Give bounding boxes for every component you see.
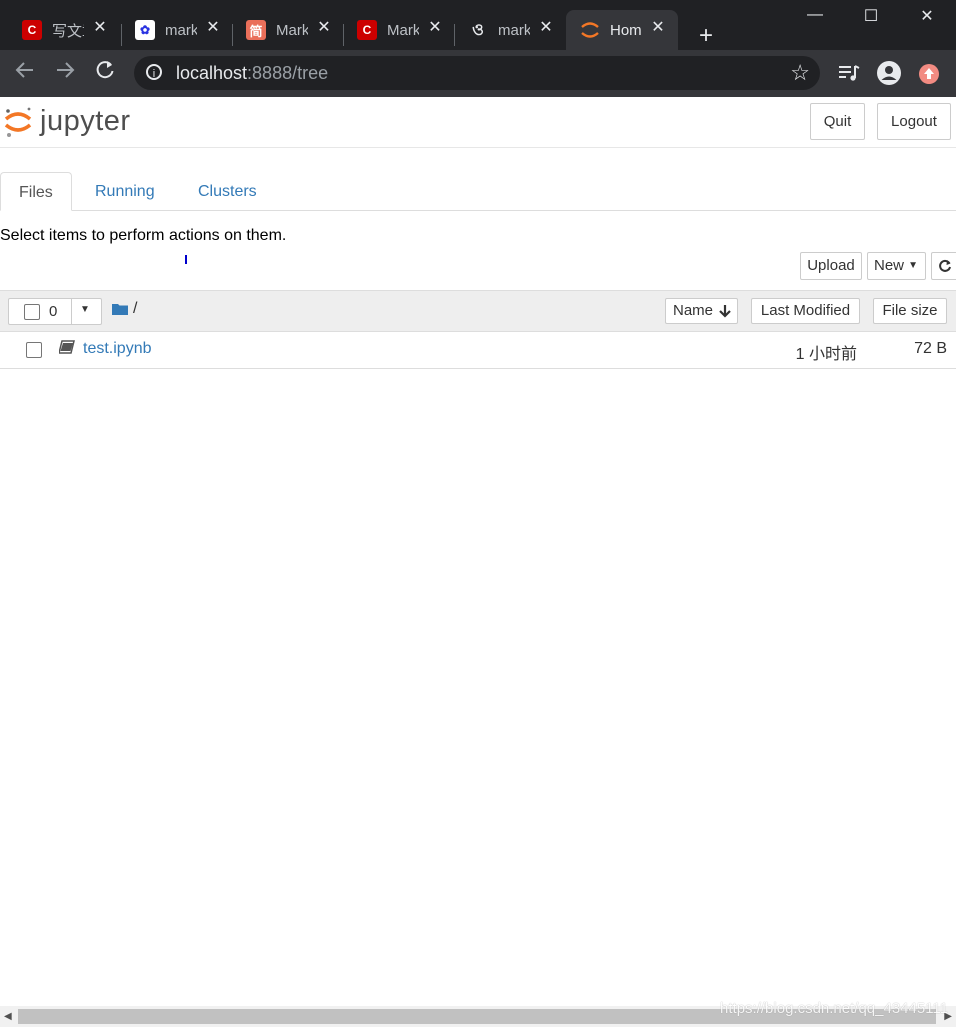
- select-all-group: 0 ▼: [8, 298, 102, 325]
- browser-tab-title: Home: [610, 21, 642, 39]
- forward-arrow-icon[interactable]: [51, 59, 79, 87]
- browser-tab-5[interactable]: ও markdown ✕: [446, 10, 566, 50]
- browser-tab-title: Markdown: [387, 21, 419, 39]
- url-host: localhost: [176, 63, 248, 83]
- browser-tab-2[interactable]: ✿ markdown ✕: [113, 10, 233, 50]
- minimize-icon[interactable]: —: [792, 6, 838, 28]
- browser-tab-active[interactable]: Home ✕: [566, 10, 678, 50]
- file-modified: 1 小时前: [795, 346, 857, 363]
- browser-tab-4[interactable]: C Markdown ✕: [335, 10, 455, 50]
- jupyter-header: jupyter Quit Logout: [0, 97, 956, 148]
- info-icon[interactable]: i: [146, 64, 162, 80]
- browser-tab-title: Markdown: [276, 21, 308, 39]
- browser-toolbar: i localhost:8888/tree ☆: [0, 50, 956, 97]
- close-tab-icon[interactable]: ✕: [648, 18, 668, 38]
- reading-list-icon[interactable]: [836, 60, 862, 86]
- update-icon[interactable]: [918, 63, 940, 85]
- profile-icon[interactable]: [876, 60, 902, 86]
- tab-clusters[interactable]: Clusters: [180, 172, 275, 210]
- folder-icon[interactable]: [112, 302, 128, 321]
- browser-tab-title: markdown: [165, 21, 197, 39]
- text-cursor: [185, 255, 187, 264]
- scroll-left-icon[interactable]: ◀: [4, 1011, 12, 1022]
- browser-tab-1[interactable]: C 写文章 ✕: [0, 10, 120, 50]
- jianshu-icon: 简: [246, 20, 266, 40]
- jupyter-icon: [580, 20, 600, 40]
- browser-tab-title: 写文章: [52, 22, 84, 40]
- baidu-icon: ✿: [135, 20, 155, 40]
- browser-tab-3[interactable]: 简 Markdown ✕: [224, 10, 344, 50]
- address-bar[interactable]: i localhost:8888/tree ☆: [134, 56, 820, 90]
- new-tab-icon[interactable]: +: [694, 24, 718, 48]
- url-path: :8888/tree: [247, 63, 329, 83]
- file-list-header: 0 ▼ / Name Last Modified File size: [0, 290, 956, 332]
- csdn-icon: C: [22, 20, 42, 40]
- browser-chrome: C 写文章 ✕ ✿ markdown ✕ 简 Markdown ✕ C Mark…: [0, 0, 956, 97]
- tab-files[interactable]: Files: [0, 172, 72, 211]
- url-text: localhost:8888/tree: [176, 63, 328, 84]
- jupyter-logo[interactable]: jupyter: [4, 105, 144, 139]
- close-tab-icon[interactable]: ✕: [314, 18, 334, 38]
- jupyter-logo-text: jupyter: [40, 105, 131, 137]
- watermark: https://blog.csdn.net/qq_43445111: [720, 1000, 948, 1017]
- notebook-icon: [58, 340, 75, 360]
- refresh-icon: [939, 259, 951, 272]
- new-dropdown-button[interactable]: New ▼: [867, 252, 926, 280]
- tab-running[interactable]: Running: [77, 172, 173, 210]
- selection-hint: Select items to perform actions on them.: [0, 227, 287, 244]
- close-tab-icon[interactable]: ✕: [536, 18, 556, 38]
- sort-by-size-button[interactable]: File size: [873, 298, 947, 324]
- reload-icon[interactable]: [91, 59, 119, 87]
- sort-name-label: Name: [673, 302, 714, 319]
- csdn-icon: C: [357, 20, 377, 40]
- current-path[interactable]: /: [133, 300, 137, 318]
- upload-button[interactable]: Upload: [800, 252, 862, 280]
- close-tab-icon[interactable]: ✕: [203, 18, 223, 38]
- close-tab-icon[interactable]: ✕: [425, 18, 445, 38]
- group-divider: [71, 298, 72, 325]
- select-all-checkbox[interactable]: [24, 304, 40, 320]
- selected-count: 0: [49, 303, 58, 320]
- window-close-icon[interactable]: ✕: [904, 6, 950, 28]
- new-button-label: New: [874, 257, 905, 274]
- arrow-down-icon: [719, 305, 731, 318]
- browser-tab-title: markdown: [498, 21, 530, 39]
- sort-by-name-button[interactable]: Name: [665, 298, 738, 324]
- file-name-link[interactable]: test.ipynb: [83, 340, 151, 358]
- logout-button[interactable]: Logout: [877, 103, 951, 140]
- select-dropdown-caret-icon[interactable]: ▼: [80, 304, 90, 315]
- file-row[interactable]: test.ipynb 1 小时前 72 B: [0, 331, 956, 369]
- back-arrow-icon[interactable]: [11, 59, 39, 87]
- jupyter-logo-icon: [4, 107, 32, 137]
- refresh-button[interactable]: [931, 252, 956, 280]
- quit-button[interactable]: Quit: [810, 103, 865, 140]
- close-tab-icon[interactable]: ✕: [90, 18, 110, 38]
- file-checkbox[interactable]: [26, 342, 42, 358]
- site-icon: ও: [472, 21, 484, 39]
- maximize-icon[interactable]: ☐: [848, 6, 894, 28]
- sort-by-modified-button[interactable]: Last Modified: [751, 298, 860, 324]
- notebook-tabs: Files Running Clusters: [0, 172, 956, 211]
- caret-down-icon: ▼: [908, 260, 918, 271]
- file-size: 72 B: [914, 340, 947, 357]
- bookmark-star-icon[interactable]: ☆: [790, 60, 810, 86]
